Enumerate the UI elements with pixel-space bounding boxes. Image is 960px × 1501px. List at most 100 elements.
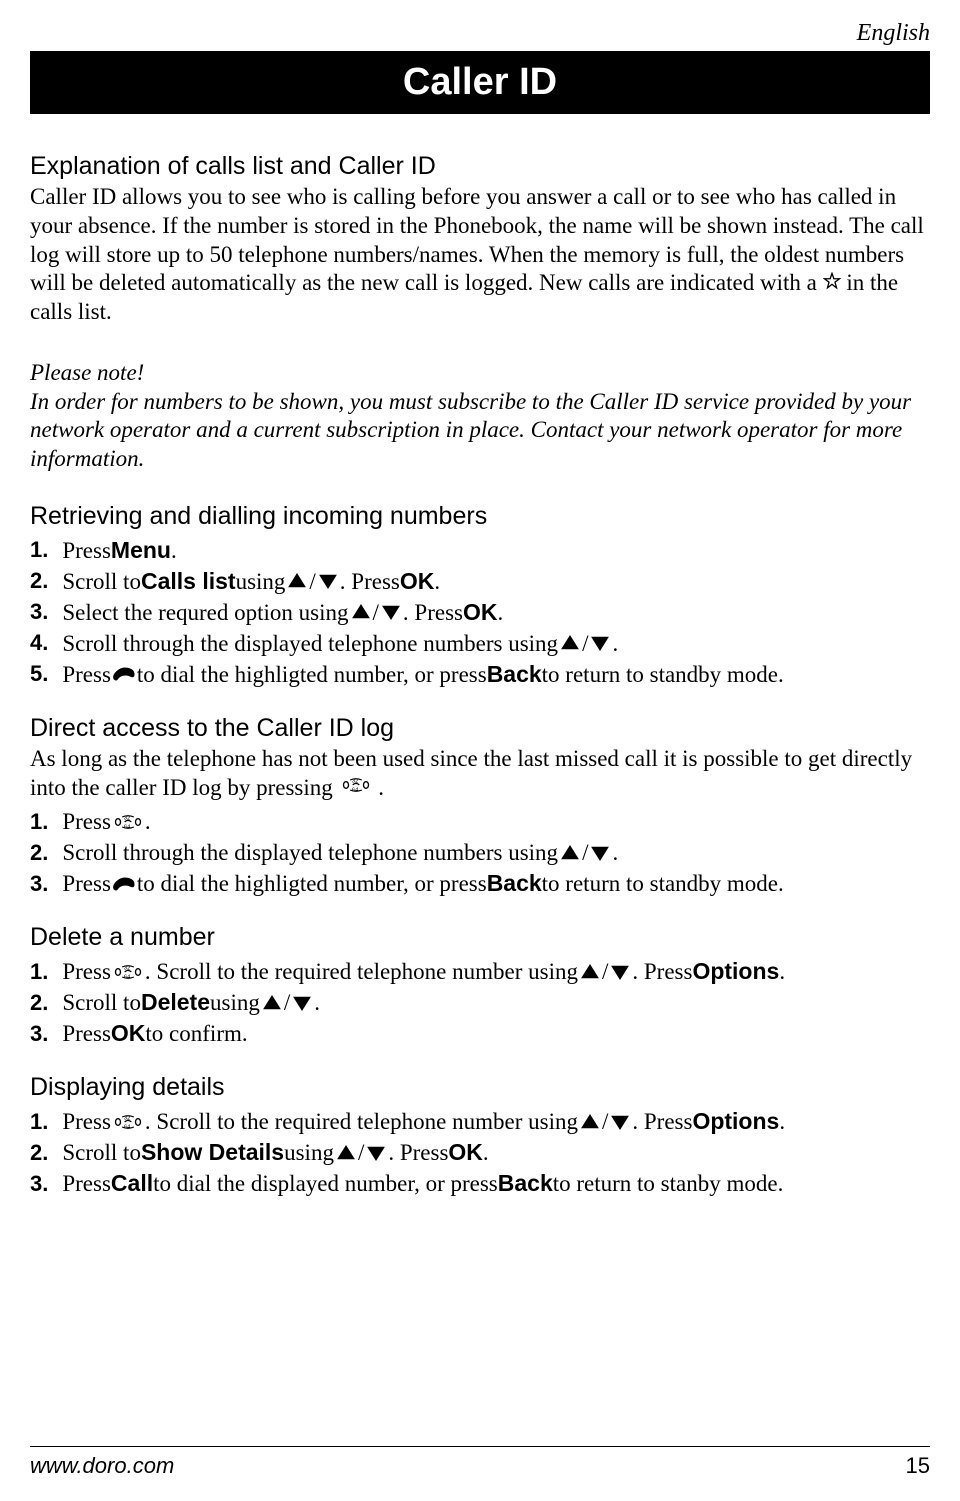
text: to return to standby mode. xyxy=(542,872,784,895)
key-label: OK xyxy=(400,570,435,593)
star-icon xyxy=(823,272,841,290)
handset-icon xyxy=(111,665,137,683)
step: 2. Scroll to Show Details using / . Pres… xyxy=(30,1141,930,1164)
key-label: OK xyxy=(463,601,498,624)
step-number: 2. xyxy=(30,992,48,1014)
text: . xyxy=(314,991,320,1014)
key-label: Options xyxy=(692,1110,779,1133)
svg-text:32: 32 xyxy=(124,965,130,971)
footer-url: www.doro.com xyxy=(30,1453,174,1479)
step-number: 2. xyxy=(30,1142,48,1164)
key-label: Options xyxy=(692,960,779,983)
text: . xyxy=(171,539,177,562)
steps-details: 1. Press 3264 . Scroll to the required t… xyxy=(30,1110,930,1195)
text: using xyxy=(236,570,286,593)
log-key-icon: 3264 xyxy=(339,775,373,795)
step: 3. Press to dial the highligted number, … xyxy=(30,872,930,895)
text: . Press xyxy=(632,960,692,983)
text: Press xyxy=(62,810,111,833)
text: As long as the telephone has not been us… xyxy=(30,746,912,800)
arrows-icon: / xyxy=(337,1141,385,1164)
text: . xyxy=(779,1110,785,1133)
step: 1. Press Menu . xyxy=(30,539,930,562)
page-footer: www.doro.com 15 xyxy=(30,1446,930,1479)
key-label: OK xyxy=(448,1141,483,1164)
steps-delete: 1. Press 3264 . Scroll to the required t… xyxy=(30,960,930,1045)
key-label: Back xyxy=(487,663,542,686)
page-number: 15 xyxy=(906,1453,930,1479)
text: . xyxy=(434,570,440,593)
step: 1. Press 3264 . Scroll to the required t… xyxy=(30,1110,930,1133)
text: to dial the displayed number, or press xyxy=(153,1172,498,1195)
text: to dial the highligted number, or press xyxy=(137,872,487,895)
step: 3. Select the requred option using / . P… xyxy=(30,601,930,624)
arrows-icon: / xyxy=(561,632,609,655)
step-number: 3. xyxy=(30,1023,48,1045)
step-number: 2. xyxy=(30,570,48,592)
step: 2. Scroll to Delete using / . xyxy=(30,991,930,1014)
step: 1. Press 3264 . xyxy=(30,810,930,833)
key-label: Menu xyxy=(111,539,171,562)
steps-retrieving: 1. Press Menu . 2. Scroll to Calls list … xyxy=(30,539,930,686)
text: . Press xyxy=(632,1110,692,1133)
key-label: Delete xyxy=(141,991,210,1014)
step-number: 3. xyxy=(30,873,48,895)
key-label: Call xyxy=(111,1172,153,1195)
heading-details: Displaying details xyxy=(30,1073,930,1102)
text: . Press xyxy=(340,570,400,593)
text: . xyxy=(612,841,618,864)
text: Press xyxy=(62,960,111,983)
text: using xyxy=(284,1141,334,1164)
text: . xyxy=(612,632,618,655)
heading-retrieving: Retrieving and dialling incoming numbers xyxy=(30,502,930,531)
heading-delete: Delete a number xyxy=(30,923,930,952)
text: Scroll to xyxy=(62,570,141,593)
body-explanation: Caller ID allows you to see who is calli… xyxy=(30,183,930,327)
text: . Scroll to the required telephone numbe… xyxy=(145,960,578,983)
heading-direct: Direct access to the Caller ID log xyxy=(30,714,930,743)
text: . xyxy=(779,960,785,983)
arrows-icon: / xyxy=(581,1110,629,1133)
note-title: Please note! xyxy=(30,359,930,388)
text: to dial the highligted number, or press xyxy=(137,663,487,686)
arrows-icon: / xyxy=(581,960,629,983)
text: to confirm. xyxy=(145,1022,247,1045)
arrows-icon: / xyxy=(352,601,400,624)
step-number: 1. xyxy=(30,961,48,983)
step-number: 1. xyxy=(30,1111,48,1133)
text: using xyxy=(210,991,260,1014)
key-label: Back xyxy=(498,1172,553,1195)
handset-icon xyxy=(111,875,137,893)
step: 5. Press to dial the highligted number, … xyxy=(30,663,930,686)
log-key-icon: 3264 xyxy=(111,812,145,832)
text: Press xyxy=(62,539,111,562)
text: Caller ID allows you to see who is calli… xyxy=(30,184,924,295)
step-number: 1. xyxy=(30,811,48,833)
text: . xyxy=(497,601,503,624)
text: Scroll to xyxy=(62,991,141,1014)
step-number: 3. xyxy=(30,1173,48,1195)
text: Press xyxy=(62,1022,111,1045)
step-number: 2. xyxy=(30,842,48,864)
note-block: Please note! In order for numbers to be … xyxy=(30,359,930,474)
text: to return to standby mode. xyxy=(542,663,784,686)
text: . Press xyxy=(388,1141,448,1164)
text: Press xyxy=(62,1172,111,1195)
text: Scroll through the displayed telephone n… xyxy=(62,841,558,864)
body-direct: As long as the telephone has not been us… xyxy=(30,745,930,803)
text: . xyxy=(483,1141,489,1164)
key-label: OK xyxy=(111,1022,146,1045)
svg-text:32: 32 xyxy=(351,778,357,784)
step-number: 5. xyxy=(30,663,48,685)
text: . xyxy=(378,775,384,800)
text: Press xyxy=(62,872,111,895)
steps-direct: 1. Press 3264 . 2. Scroll through the di… xyxy=(30,810,930,895)
text: Scroll to xyxy=(62,1141,141,1164)
key-label: Show Details xyxy=(141,1141,284,1164)
text: . Press xyxy=(403,601,463,624)
arrows-icon: / xyxy=(263,991,311,1014)
step: 2. Scroll through the displayed telephon… xyxy=(30,841,930,864)
text: Scroll through the displayed telephone n… xyxy=(62,632,558,655)
key-label: Calls list xyxy=(141,570,236,593)
text: Press xyxy=(62,1110,111,1133)
